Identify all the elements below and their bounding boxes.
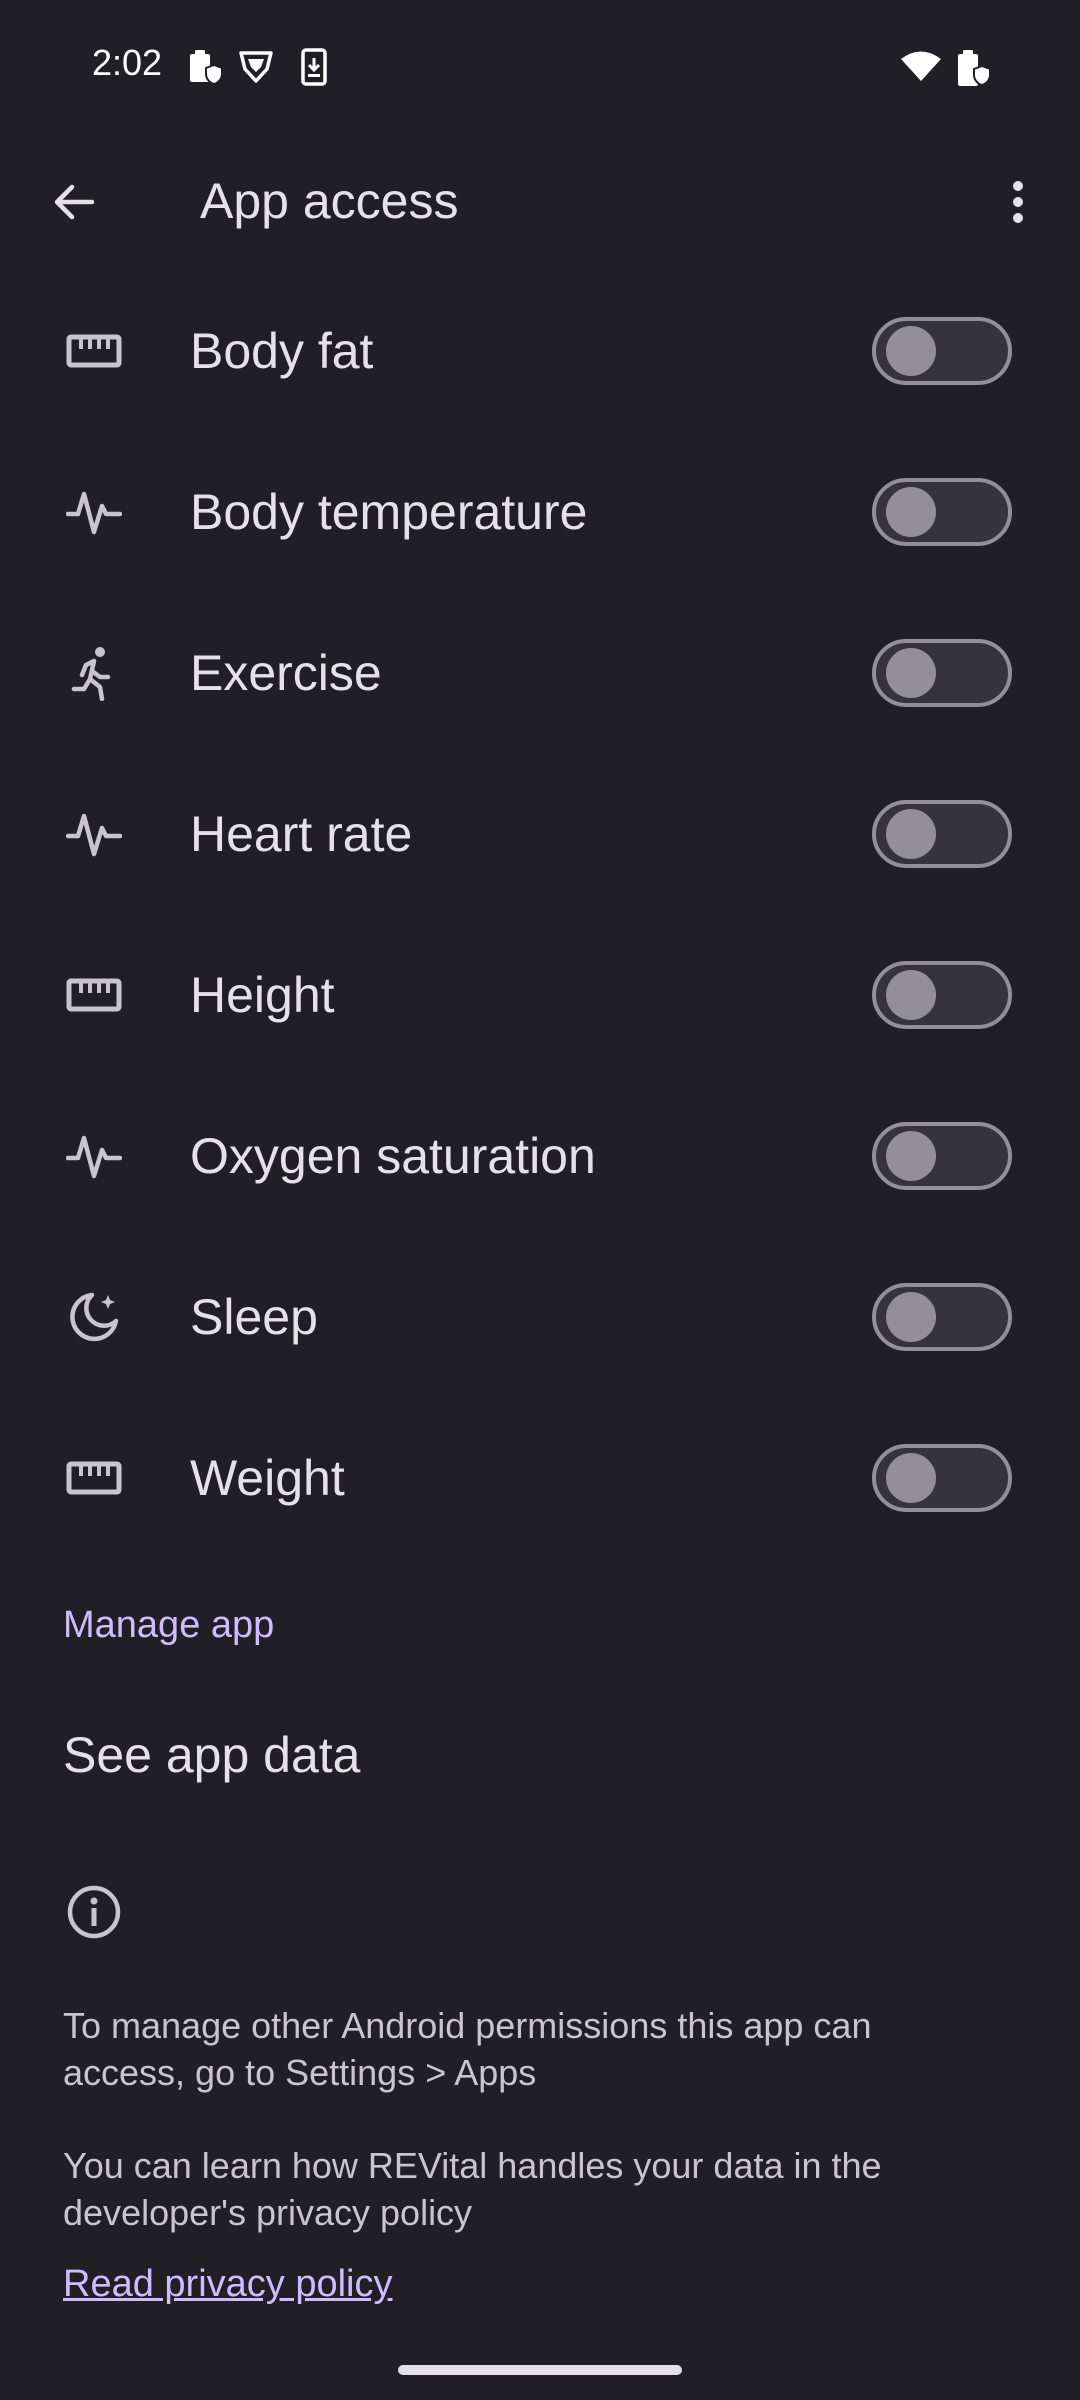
sleep-moon-icon — [62, 1285, 126, 1349]
permissions-note: To manage other Android permissions this… — [63, 2005, 872, 2093]
permission-label: Height — [190, 966, 335, 1023]
download-phone-icon — [298, 48, 332, 91]
weight-toggle[interactable] — [872, 1443, 1012, 1512]
ruler-icon — [62, 319, 126, 383]
permission-label: Exercise — [190, 644, 382, 701]
body-temperature-toggle[interactable] — [872, 477, 1012, 546]
vpn-shield-icon — [238, 48, 274, 89]
arrow-back-icon — [54, 184, 95, 220]
permission-label: Weight — [190, 1449, 345, 1506]
manage-app-header: Manage app — [63, 1604, 275, 1646]
info-icon — [62, 1880, 126, 1944]
permission-label: Body fat — [190, 322, 374, 379]
permission-row-body-temperature[interactable]: Body temperature — [0, 431, 1080, 592]
work-clipboard-icon — [186, 48, 223, 93]
see-app-data-label: See app data — [63, 1727, 361, 1783]
status-bar: 2:02 — [0, 0, 1080, 130]
permission-label: Oxygen saturation — [190, 1127, 596, 1184]
permission-row-oxygen-saturation[interactable]: Oxygen saturation — [0, 1075, 1080, 1236]
switch-thumb — [886, 808, 936, 859]
switch-thumb — [886, 1452, 936, 1503]
gesture-nav-handle[interactable] — [398, 2365, 682, 2375]
switch-thumb — [886, 1291, 936, 1342]
vitals-icon — [62, 1124, 126, 1188]
switch-thumb — [886, 969, 936, 1020]
ruler-icon — [62, 1446, 126, 1510]
battery-work-icon — [955, 48, 991, 95]
running-icon — [62, 641, 126, 705]
switch-thumb — [886, 325, 936, 376]
permission-label: Body temperature — [190, 483, 588, 540]
ruler-icon — [62, 963, 126, 1027]
switch-thumb — [886, 1130, 936, 1181]
vitals-icon — [62, 480, 126, 544]
vitals-icon — [62, 802, 126, 866]
wifi-icon — [900, 50, 942, 87]
permission-label: Heart rate — [190, 805, 413, 862]
permission-row-heart-rate[interactable]: Heart rate — [0, 753, 1080, 914]
top-app-bar: App access — [0, 150, 1080, 260]
exercise-toggle[interactable] — [872, 638, 1012, 707]
oxygen-saturation-toggle[interactable] — [872, 1121, 1012, 1190]
sleep-toggle[interactable] — [872, 1282, 1012, 1351]
page-title: App access — [200, 173, 459, 229]
heart-rate-toggle[interactable] — [872, 799, 1012, 868]
more-vert-icon — [1013, 181, 1023, 223]
permission-row-weight[interactable]: Weight — [0, 1397, 1080, 1558]
status-time: 2:02 — [92, 42, 163, 83]
permission-row-exercise[interactable]: Exercise — [0, 592, 1080, 753]
see-app-data-item[interactable]: See app data — [0, 1690, 1080, 1820]
switch-thumb — [886, 486, 936, 537]
body-fat-toggle[interactable] — [872, 316, 1012, 385]
permission-label: Sleep — [190, 1288, 318, 1345]
permission-row-height[interactable]: Height — [0, 914, 1080, 1075]
more-options-button[interactable] — [986, 170, 1050, 234]
permission-row-sleep[interactable]: Sleep — [0, 1236, 1080, 1397]
height-toggle[interactable] — [872, 960, 1012, 1029]
permission-row-body-fat[interactable]: Body fat — [0, 270, 1080, 431]
privacy-note: You can learn how REVital handles your d… — [63, 2145, 882, 2233]
switch-thumb — [886, 647, 936, 698]
permission-list: Body fat Body temperature Exercise Heart… — [0, 270, 1080, 1558]
read-privacy-policy-link[interactable]: Read privacy policy — [63, 2263, 392, 2306]
back-button[interactable] — [42, 170, 106, 234]
